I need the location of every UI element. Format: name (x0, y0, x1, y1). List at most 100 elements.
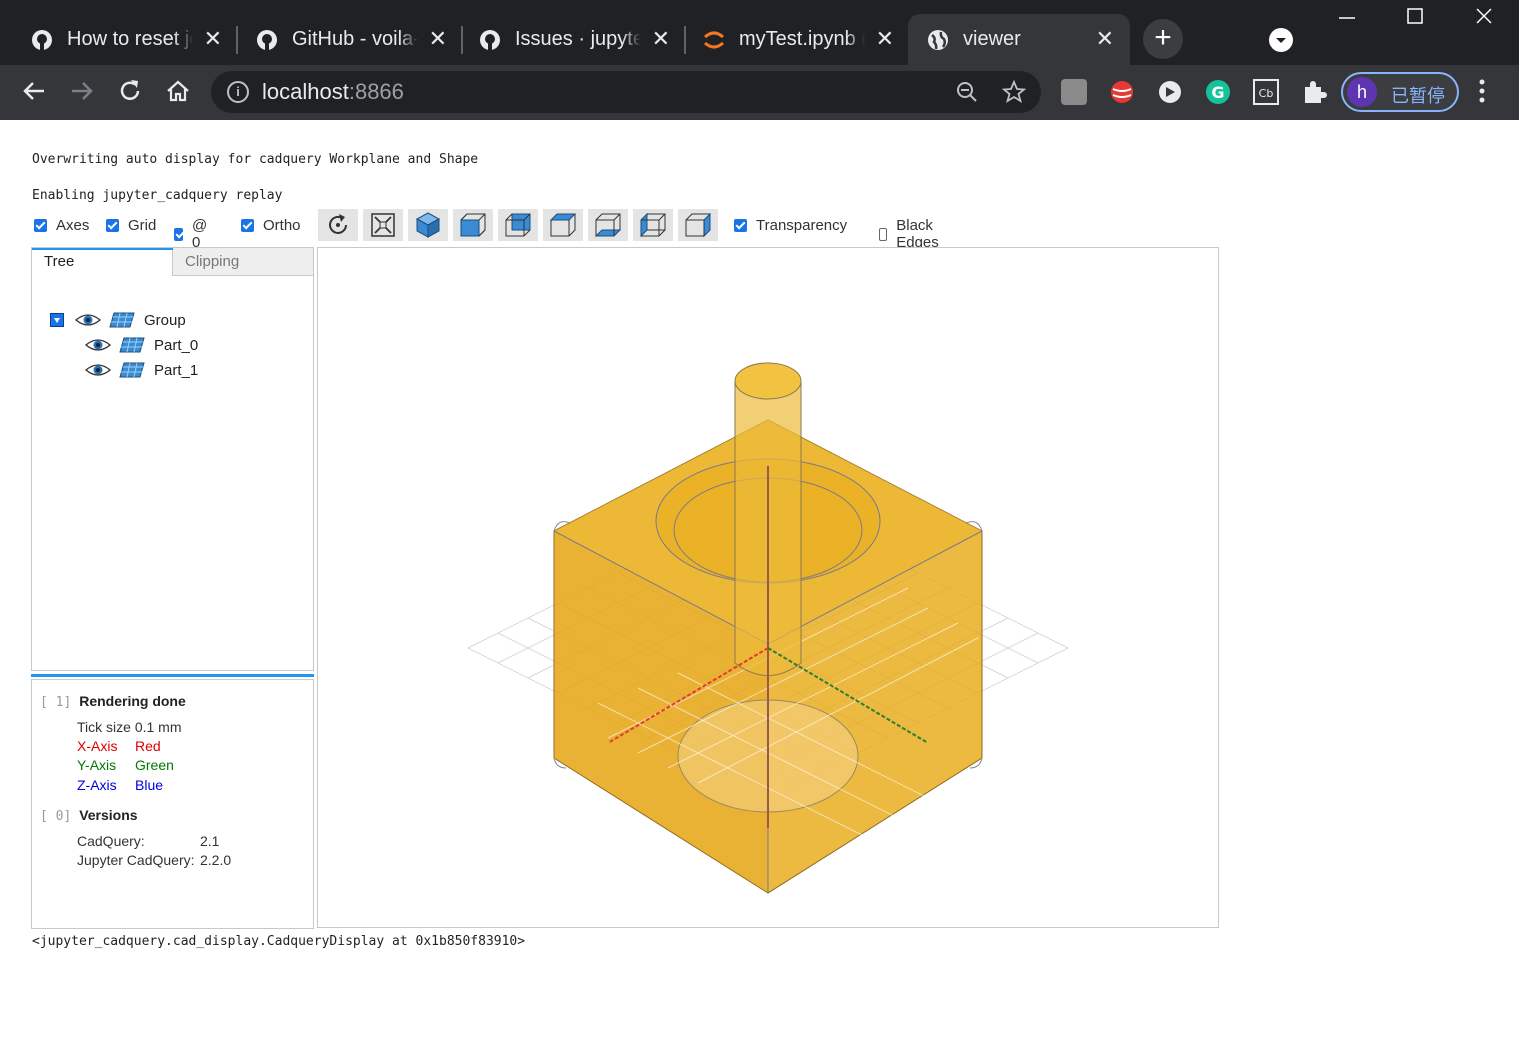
back-icon[interactable] (19, 77, 49, 107)
log-title: Rendering done (79, 693, 186, 709)
extension-ball-icon[interactable] (1109, 79, 1135, 105)
cube-right-icon (685, 212, 711, 238)
checkbox-label: Ortho (263, 217, 301, 234)
checkbox-label: Transparency (756, 217, 848, 234)
checkbox-label: Grid (128, 217, 157, 234)
browser-tab-1[interactable]: How to reset jo ✕ (0, 14, 238, 65)
checkbox-checked[interactable] (34, 219, 47, 232)
checkbox-checked[interactable] (241, 219, 254, 232)
grammarly-icon[interactable]: G (1205, 79, 1231, 105)
grid-checkbox[interactable]: Grid (106, 217, 156, 234)
browser-tab-3[interactable]: Issues · jupyter ✕ (448, 14, 686, 65)
profile-button[interactable]: h 已暂停 (1341, 72, 1459, 112)
fit-icon (371, 213, 395, 237)
github-icon (255, 28, 279, 52)
browser-tab-5-active[interactable]: viewer ✕ (908, 14, 1130, 65)
shape-icon (109, 312, 135, 328)
cad-scene[interactable] (318, 248, 1218, 927)
close-tab-icon[interactable]: ✕ (652, 27, 670, 51)
browser-menu-icon[interactable] (1478, 77, 1486, 112)
output-repr: <jupyter_cadquery.cad_display.CadqueryDi… (32, 934, 526, 949)
bookmark-star-icon[interactable] (1001, 79, 1027, 110)
close-tab-icon[interactable]: ✕ (876, 27, 894, 51)
checkbox-label: Axes (56, 217, 90, 234)
checkbox-checked[interactable] (106, 219, 119, 232)
tab-search-button[interactable] (1269, 28, 1293, 52)
cube-rear-icon (505, 213, 531, 237)
browser-tab-2[interactable]: GitHub - voila- ✕ (225, 14, 463, 65)
tab-title: myTest.ipynb ( (739, 28, 865, 50)
at-zero-checkbox[interactable]: @ 0 (174, 217, 211, 251)
transparency-checkbox[interactable]: Transparency (734, 217, 847, 234)
cube-iso-icon (415, 212, 441, 238)
url-text[interactable]: localhost:8866 (262, 79, 404, 105)
collapse-toggle-icon[interactable] (50, 313, 64, 327)
log-title: Versions (79, 807, 138, 823)
close-tab-icon[interactable]: ✕ (429, 27, 447, 51)
eye-icon[interactable] (74, 311, 102, 329)
extension-cb-icon[interactable]: Cb (1253, 79, 1279, 105)
top-view-button[interactable] (543, 209, 583, 241)
info-icon[interactable]: i (227, 81, 249, 103)
shape-icon (119, 337, 145, 353)
iso-view-button[interactable] (408, 209, 448, 241)
tree-panel: Tree Clipping Group Part_0 Part_1 (31, 247, 314, 671)
tree-node-group[interactable]: Group (50, 311, 186, 329)
reset-view-button[interactable] (318, 209, 358, 241)
profile-status-label: 已暂停 (1391, 86, 1445, 106)
new-tab-button[interactable]: + (1143, 19, 1183, 59)
checkbox-label: @ 0 (192, 217, 208, 251)
tree-node-part[interactable]: Part_1 (84, 361, 198, 379)
log-panel: [ 1] Rendering done Tick size 0.1 mm X-A… (31, 679, 314, 929)
zoom-out-icon[interactable] (955, 80, 979, 110)
bottom-view-button[interactable] (588, 209, 628, 241)
svg-text:G: G (1211, 83, 1224, 102)
output-text-line: Overwriting auto display for cadquery Wo… (32, 152, 479, 167)
close-tab-icon[interactable]: ✕ (204, 27, 222, 51)
maximize-icon[interactable] (1405, 6, 1425, 32)
home-icon[interactable] (163, 77, 193, 107)
extension-image-icon[interactable] (1061, 79, 1087, 105)
browser-toolbar: i localhost:8866 G Cb h 已暂停 (0, 65, 1519, 120)
panel-tabs: Tree Clipping (32, 248, 313, 276)
close-tab-icon[interactable]: ✕ (1096, 27, 1114, 51)
reload-icon[interactable] (115, 77, 145, 107)
tree-node-part[interactable]: Part_0 (84, 336, 198, 354)
right-view-button[interactable] (678, 209, 718, 241)
extensions-puzzle-icon[interactable] (1301, 79, 1327, 105)
checkbox-unchecked[interactable] (879, 227, 888, 241)
rear-view-button[interactable] (498, 209, 538, 241)
left-view-button[interactable] (633, 209, 673, 241)
black-edges-checkbox[interactable]: Black Edges (879, 217, 944, 251)
forward-icon[interactable] (67, 77, 97, 107)
tree-node-label: Part_0 (154, 336, 199, 354)
log-tick-size: Tick size 0.1 mm (77, 719, 182, 735)
cad-viewer-canvas[interactable] (317, 247, 1219, 928)
eye-icon[interactable] (84, 336, 112, 354)
tab-clipping[interactable]: Clipping (173, 248, 313, 276)
cube-front-icon (460, 213, 486, 237)
address-bar[interactable]: i localhost:8866 (211, 71, 1041, 113)
checkbox-checked[interactable] (174, 227, 183, 241)
panel-divider[interactable] (31, 674, 314, 677)
ortho-checkbox[interactable]: Ortho (241, 217, 301, 234)
cube-left-icon (640, 212, 666, 238)
axes-checkbox[interactable]: Axes (34, 217, 89, 234)
cube-top-icon (549, 213, 577, 237)
jupyter-icon (702, 28, 726, 52)
tab-title: GitHub - voila- (292, 28, 418, 50)
eye-icon[interactable] (84, 361, 112, 379)
active-tab-indicator (32, 248, 173, 250)
checkbox-checked[interactable] (734, 219, 747, 232)
browser-tab-4[interactable]: myTest.ipynb ( ✕ (672, 14, 910, 65)
tab-title: Issues · jupyter (515, 28, 641, 50)
tab-tree[interactable]: Tree (32, 248, 173, 276)
log-entry-header: [ 1] Rendering done (40, 693, 186, 710)
window-close-icon[interactable] (1474, 6, 1494, 32)
front-view-button[interactable] (453, 209, 493, 241)
minimize-icon[interactable] (1337, 6, 1357, 32)
globe-icon (926, 28, 950, 52)
log-axis-row: Z-Axis Blue (77, 777, 164, 793)
extension-play-icon[interactable] (1157, 79, 1183, 105)
fit-view-button[interactable] (363, 209, 403, 241)
